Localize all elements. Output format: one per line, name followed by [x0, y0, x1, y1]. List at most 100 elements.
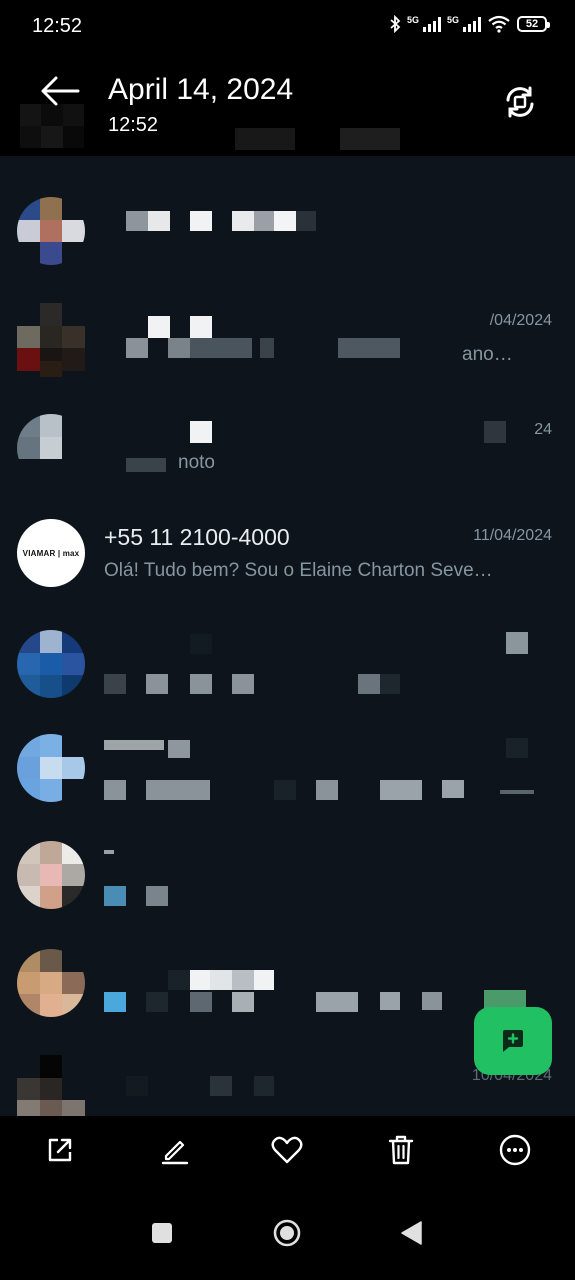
- blurred-name: [254, 1076, 274, 1096]
- back-triangle-icon: [401, 1221, 422, 1245]
- blurred-preview: [380, 780, 422, 800]
- home-icon: [273, 1219, 301, 1247]
- blurred-name: [148, 316, 170, 338]
- chat-item[interactable]: [0, 172, 575, 278]
- chat-item[interactable]: /04/2024 ano…: [0, 278, 575, 384]
- system-nav-bar: [0, 1186, 575, 1280]
- blurred-name: [190, 421, 212, 443]
- blurred-name: [126, 1076, 148, 1096]
- favorite-button[interactable]: [267, 1130, 307, 1170]
- blurred-name: [168, 970, 190, 990]
- avatar: [17, 734, 85, 802]
- edit-button[interactable]: [154, 1130, 194, 1170]
- more-icon: [499, 1134, 531, 1166]
- battery-indicator: 52: [517, 16, 550, 32]
- page-subtitle: 12:52: [108, 114, 159, 136]
- signal-icon: [422, 16, 441, 32]
- blurred-name: [190, 970, 210, 990]
- chat-preview: Olá! Tudo bem? Sou o Elaine Charton Seve…: [104, 560, 493, 581]
- blurred-preview: [190, 992, 212, 1012]
- delete-button[interactable]: [381, 1130, 421, 1170]
- header-bar: April 14, 2024 12:52: [0, 56, 575, 156]
- signal-icon: [463, 16, 481, 32]
- more-button[interactable]: [495, 1130, 535, 1170]
- blurred-preview: [232, 674, 254, 694]
- chat-date: 24: [534, 421, 552, 438]
- blurred-name: [210, 1076, 232, 1096]
- blurred-preview: [442, 780, 464, 798]
- avatar: [17, 841, 85, 909]
- blurred-name: [232, 970, 254, 990]
- heart-icon: [271, 1136, 303, 1164]
- blurred-name: [190, 316, 212, 338]
- page-title: April 14, 2024: [108, 73, 294, 106]
- arrow-left-icon: [41, 76, 80, 106]
- blurred-name: [190, 211, 212, 231]
- blurred-preview: [104, 992, 126, 1012]
- back-button[interactable]: [38, 73, 82, 109]
- blurred-preview: [260, 338, 274, 358]
- blurred-name: [274, 211, 296, 231]
- chat-preview: noto: [178, 452, 215, 473]
- share-icon: [48, 1138, 72, 1162]
- blurred-preview: [190, 674, 212, 694]
- blurred-name: [296, 211, 316, 231]
- blurred-preview: [104, 886, 126, 906]
- blurred-name: [148, 211, 170, 231]
- blurred-content: [20, 104, 84, 148]
- blurred-preview: [358, 674, 380, 694]
- trash-icon: [388, 1135, 414, 1165]
- avatar: [17, 197, 85, 265]
- avatar: VIAMAR | max: [17, 519, 85, 587]
- blurred-preview: [146, 674, 168, 694]
- chat-preview: ano…: [462, 344, 513, 365]
- blurred-date: [484, 421, 506, 443]
- blurred-preview: [104, 674, 126, 694]
- blurred-preview: [500, 790, 534, 794]
- chat-name: +55 11 2100-4000: [104, 524, 290, 550]
- blurred-preview: [146, 886, 168, 906]
- new-chat-icon: [503, 1030, 523, 1052]
- chat-item[interactable]: [0, 914, 575, 1020]
- blurred-content: [235, 128, 295, 150]
- bottom-action-bar: [0, 1116, 575, 1186]
- blurred-date: [506, 632, 528, 654]
- share-button[interactable]: [40, 1130, 80, 1170]
- avatar: [17, 414, 85, 482]
- home-button[interactable]: [272, 1218, 302, 1248]
- blurred-preview: [338, 338, 400, 358]
- avatar: [17, 949, 85, 1017]
- chat-item[interactable]: [0, 702, 575, 808]
- edit-icon: [161, 1140, 189, 1165]
- recents-button[interactable]: [147, 1218, 177, 1248]
- back-nav-button[interactable]: [396, 1218, 426, 1248]
- blurred-preview: [146, 992, 168, 1012]
- blurred-name: [190, 634, 212, 654]
- blurred-preview: [380, 992, 400, 1010]
- blurred-preview: [126, 458, 166, 472]
- chat-item[interactable]: 24 noto: [0, 384, 575, 490]
- new-chat-button[interactable]: [474, 1007, 552, 1075]
- chat-list[interactable]: /04/2024 ano… 24 noto VIAMAR | max +55 1…: [0, 156, 575, 1116]
- recents-icon: [152, 1223, 172, 1243]
- blurred-name: [232, 211, 254, 231]
- blurred-name: [210, 970, 232, 990]
- chat-item[interactable]: VIAMAR | max +55 11 2100-4000 11/04/2024…: [0, 490, 575, 596]
- network-type-2: 5G: [446, 15, 459, 25]
- wifi-icon: [488, 15, 510, 33]
- rotate-button[interactable]: [500, 82, 540, 122]
- status-time: 12:52: [32, 15, 83, 37]
- blurred-preview: [168, 338, 190, 358]
- status-icons: 5G 5G 52: [389, 15, 550, 33]
- blurred-name: [254, 211, 274, 231]
- blurred-preview: [316, 992, 358, 1012]
- blurred-preview: [380, 674, 400, 694]
- bluetooth-icon: [390, 15, 401, 33]
- status-bar: 12:52 5G 5G 52: [0, 0, 575, 56]
- rotate-icon: [506, 86, 534, 118]
- chat-item[interactable]: [0, 596, 575, 702]
- blurred-preview: [232, 992, 254, 1012]
- avatar: [17, 630, 85, 698]
- chat-item[interactable]: [0, 808, 575, 914]
- blurred-preview: [422, 992, 442, 1010]
